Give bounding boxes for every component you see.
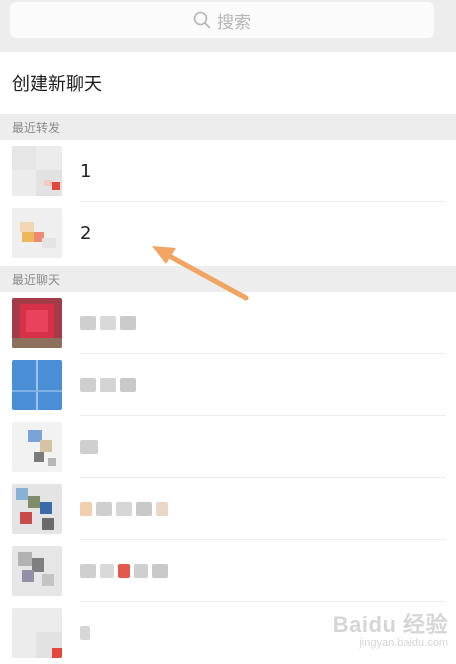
watermark-brand: Baidu 经验 [332, 612, 448, 637]
create-new-chat-label: 创建新聊天 [12, 74, 102, 95]
avatar [12, 422, 62, 472]
search-placeholder: 搜索 [217, 12, 251, 33]
chat-row[interactable] [0, 540, 456, 602]
create-new-chat-button[interactable]: 创建新聊天 [0, 52, 456, 114]
blurred-chat-name [80, 502, 168, 518]
avatar [12, 360, 62, 410]
forward-row-title: 2 [80, 222, 92, 244]
avatar [12, 298, 62, 348]
search-box[interactable]: 搜索 [10, 2, 434, 38]
forward-row-1[interactable]: 1 [0, 140, 456, 202]
chat-row[interactable] [0, 354, 456, 416]
annotation-arrow [152, 246, 249, 301]
blurred-chat-name [80, 440, 98, 456]
blurred-chat-name [80, 378, 136, 394]
section-label: 最近聊天 [12, 272, 61, 287]
chat-row[interactable] [0, 416, 456, 478]
section-label: 最近转发 [12, 120, 61, 135]
avatar [12, 546, 62, 596]
blurred-chat-name [80, 626, 90, 642]
chat-row[interactable] [0, 478, 456, 540]
blurred-chat-name [80, 316, 136, 332]
avatar [12, 146, 62, 196]
avatar [12, 484, 62, 534]
avatar [12, 208, 62, 258]
avatar [12, 608, 62, 658]
watermark: Baidu 经验 jingyan.baidu.com [333, 607, 448, 649]
section-header-recent-forward: 最近转发 [0, 114, 456, 140]
blurred-chat-name [80, 564, 168, 580]
search-area: 搜索 [0, 0, 456, 52]
search-icon [193, 11, 211, 29]
forward-row-title: 1 [80, 160, 92, 182]
